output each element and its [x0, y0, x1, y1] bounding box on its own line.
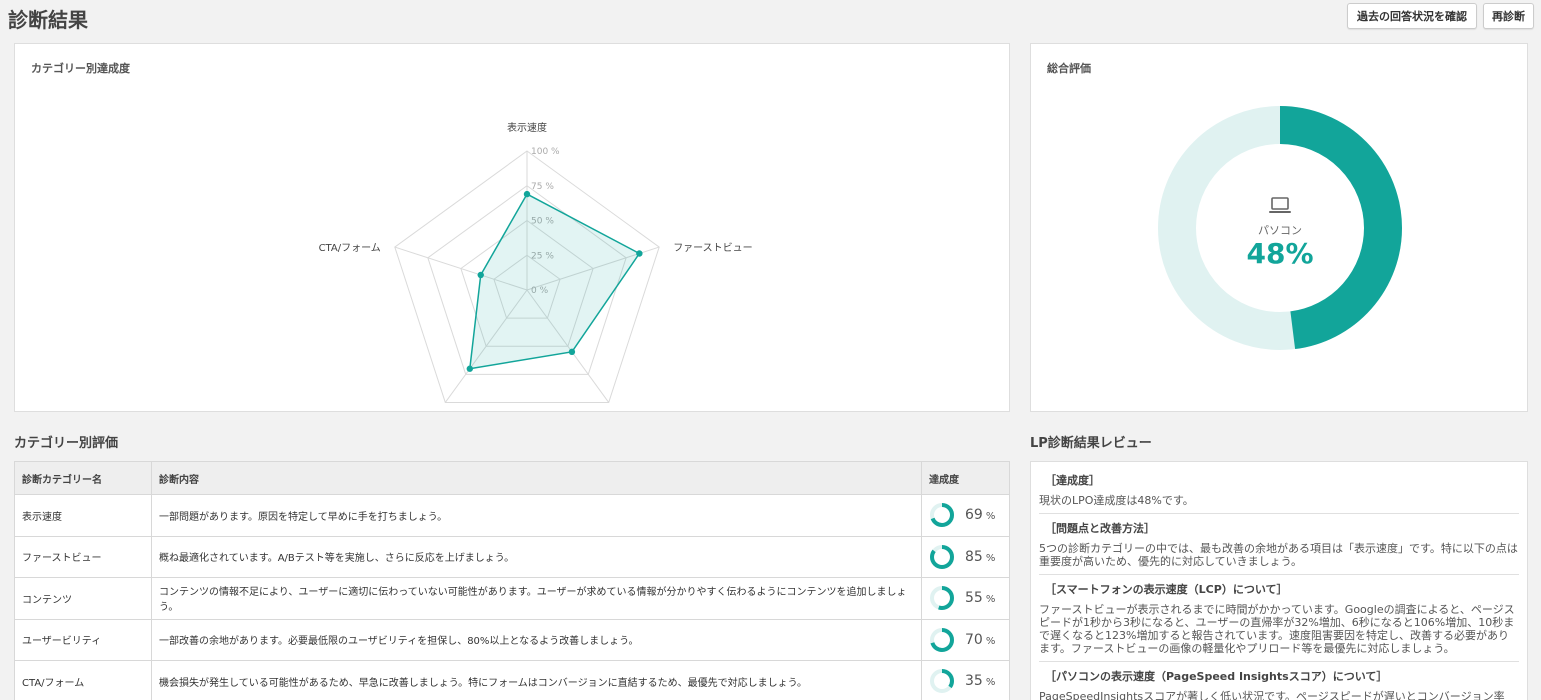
- overall-percent: 48%: [1246, 237, 1314, 270]
- score-unit: %: [985, 677, 996, 689]
- row-score: 70: [965, 631, 983, 648]
- header-content: 診断内容: [151, 461, 922, 495]
- table-row: ファーストビュー 概ね最適化されています。A/Bテスト等を実施し、さらに反応を上げ…: [14, 535, 1010, 578]
- radar-data-point: [466, 365, 474, 372]
- radar-data-point: [568, 348, 576, 356]
- review-divider: [1039, 513, 1519, 514]
- score-ring: [930, 544, 954, 569]
- score-ring: [930, 627, 954, 652]
- row-score-cell: 85%: [921, 535, 1010, 578]
- review-divider: [1039, 661, 1519, 662]
- radar-data-point: [523, 190, 531, 198]
- table-row: コンテンツ コンテンツの情報不足により、ユーザーに適切に伝わっていない可能性があり…: [14, 577, 1010, 620]
- score-ring: [930, 669, 954, 694]
- device-label: パソコン: [1258, 224, 1302, 237]
- history-button[interactable]: 過去の回答状況を確認: [1347, 3, 1477, 29]
- row-content: 機会損失が発生している可能性があるため、早急に改善しましょう。特にフォームはコン…: [151, 660, 922, 700]
- radar-tick-label: 75 %: [531, 182, 554, 192]
- row-score-cell: 70%: [921, 618, 1010, 661]
- row-score-cell: 55%: [921, 577, 1010, 620]
- score-ring: [930, 503, 954, 528]
- row-category: ファーストビュー: [14, 535, 152, 578]
- review-heading: ［スマートフォンの表示速度（LCP）について］: [1045, 583, 1288, 596]
- row-score-cell: 69%: [921, 494, 1010, 537]
- radar-chart-card: カテゴリー別達成度 100 %75 %50 %25 %0 %表示速度ファーストビ…: [14, 43, 1010, 412]
- table-row: ユーザービリティ 一部改善の余地があります。必要最低限のユーザビリティを担保し、8…: [14, 618, 1010, 661]
- radar-data-area: [468, 193, 641, 370]
- review-title: LP診断結果レビュー: [1030, 436, 1152, 451]
- evaluation-table: 診断カテゴリー名 診断内容 達成度 表示速度 一部問題があります。原因を特定して早…: [14, 461, 1010, 700]
- table-header-row: 診断カテゴリー名 診断内容 達成度: [14, 461, 1010, 495]
- row-score: 35: [965, 673, 983, 690]
- header-category: 診断カテゴリー名: [14, 461, 152, 495]
- review-heading: ［パソコンの表示速度（PageSpeed Insightsスコア）について］: [1045, 670, 1388, 683]
- row-category: CTA/フォーム: [14, 660, 152, 700]
- radar-data-point: [636, 250, 643, 257]
- row-content: 概ね最適化されています。A/Bテスト等を実施し、さらに反応を上げましょう。: [151, 535, 922, 578]
- score-unit: %: [985, 511, 996, 523]
- review-heading: ［達成度］: [1045, 474, 1100, 487]
- row-content: コンテンツの情報不足により、ユーザーに適切に伝わっていない可能性があります。ユー…: [151, 577, 922, 620]
- row-score: 69: [965, 507, 983, 524]
- header-score: 達成度: [921, 461, 1010, 495]
- overall-score-card: 総合評価 パソコン 48%: [1030, 43, 1528, 412]
- radar-category-label: CTA/フォーム: [319, 242, 381, 254]
- review-divider: [1039, 574, 1519, 575]
- row-score: 55: [965, 590, 983, 607]
- review-body: 5つの診断カテゴリーの中では、最も改善の余地がある項目は「表示速度」です。特に以…: [1039, 542, 1518, 568]
- table-row: 表示速度 一部問題があります。原因を特定して早めに手を打ちましょう。 69%: [14, 494, 1010, 537]
- row-category: 表示速度: [14, 494, 152, 537]
- row-score-cell: 35%: [921, 660, 1010, 700]
- laptop-icon: [1269, 197, 1291, 213]
- score-unit: %: [985, 594, 996, 606]
- review-heading: ［問題点と改善方法］: [1045, 522, 1155, 535]
- radar-data-point: [477, 271, 484, 279]
- radar-category-label: 表示速度: [507, 121, 547, 134]
- page-title: 診断結果: [8, 8, 88, 32]
- review-body: 現状のLPO達成度は48%です。: [1039, 494, 1194, 507]
- row-category: コンテンツ: [14, 577, 152, 620]
- row-category: ユーザービリティ: [14, 618, 152, 661]
- review-body: PageSpeedInsightsスコアが著しく低い状況です。ページスピードが遅…: [1039, 690, 1505, 700]
- radar-category-label: ファーストビュー: [673, 242, 753, 254]
- score-ring: [930, 586, 954, 611]
- review-body: ファーストビューが表示されるまでに時間がかかっています。Googleの調査による…: [1039, 603, 1515, 655]
- row-score: 85: [965, 548, 983, 565]
- score-unit: %: [985, 552, 996, 564]
- table-row: CTA/フォーム 機会損失が発生している可能性があるため、早急に改善しましょう。特…: [14, 660, 1010, 700]
- score-unit: %: [985, 635, 996, 647]
- radar-tick-label: 100 %: [531, 147, 560, 157]
- rediagnose-button[interactable]: 再診断: [1483, 3, 1534, 29]
- review-panel: ［達成度］ 現状のLPO達成度は48%です。 ［問題点と改善方法］ 5つの診断カテゴリ…: [1030, 461, 1528, 700]
- row-content: 一部改善の余地があります。必要最低限のユーザビリティを担保し、80%以上となるよ…: [151, 618, 922, 661]
- row-content: 一部問題があります。原因を特定して早めに手を打ちましょう。: [151, 494, 922, 537]
- radar-chart: 100 %75 %50 %25 %0 %表示速度ファーストビューコンテンツユーザ…: [319, 121, 753, 403]
- evaluation-title: カテゴリー別評価: [14, 436, 119, 451]
